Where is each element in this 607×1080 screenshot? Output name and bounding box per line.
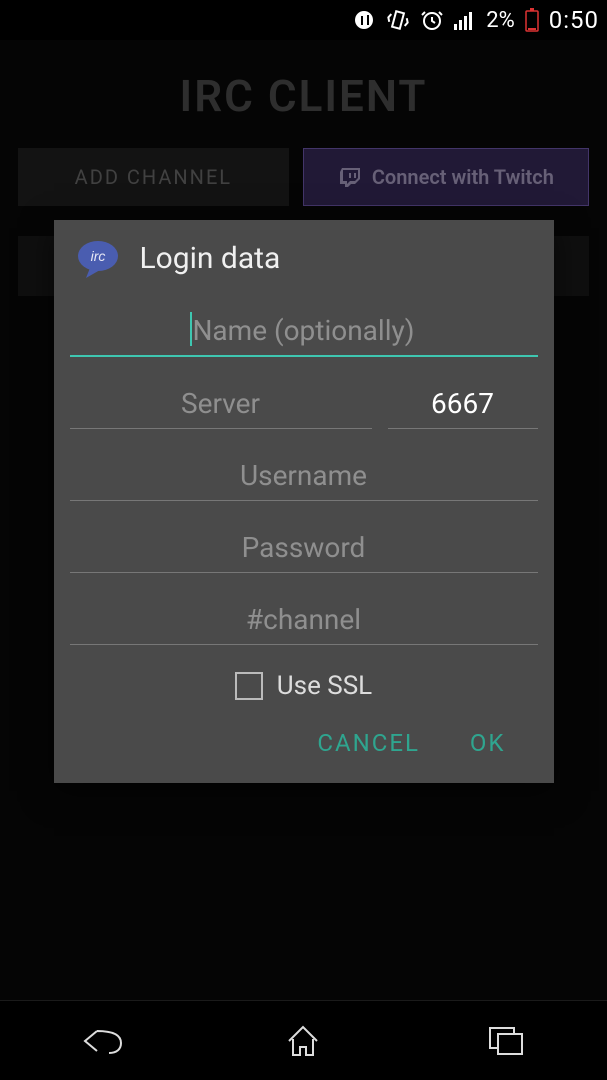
server-field[interactable] — [70, 371, 372, 429]
battery-icon — [525, 8, 539, 32]
password-field[interactable] — [70, 515, 538, 573]
svg-text:irc: irc — [90, 248, 105, 264]
clock-text: 0:50 — [549, 6, 599, 34]
channel-input[interactable] — [70, 587, 538, 645]
login-dialog: irc Login data — [54, 220, 554, 783]
alarm-icon — [420, 8, 444, 32]
navigation-bar — [0, 1000, 607, 1080]
home-icon — [283, 1023, 323, 1059]
username-field[interactable] — [70, 443, 538, 501]
name-field[interactable] — [70, 298, 538, 357]
port-field[interactable] — [388, 371, 538, 429]
port-input[interactable] — [388, 371, 538, 429]
dialog-title: Login data — [140, 241, 281, 276]
ssl-checkbox[interactable] — [235, 672, 263, 700]
status-bar: 2% 0:50 — [0, 0, 607, 40]
back-icon — [77, 1025, 125, 1057]
server-input[interactable] — [70, 371, 372, 429]
nfc-icon — [352, 8, 376, 32]
ssl-row[interactable]: Use SSL — [54, 649, 554, 711]
channel-field[interactable] — [70, 587, 538, 645]
cancel-button[interactable]: CANCEL — [317, 729, 420, 757]
name-input[interactable] — [70, 298, 538, 357]
vibrate-icon — [386, 8, 410, 32]
text-cursor — [190, 312, 192, 346]
battery-percent-text: 2% — [486, 8, 514, 33]
modal-overlay: irc Login data — [0, 40, 607, 1000]
recent-apps-icon — [486, 1024, 526, 1058]
username-input[interactable] — [70, 443, 538, 501]
ok-button[interactable]: OK — [470, 729, 506, 757]
irc-bubble-icon: irc — [76, 238, 122, 278]
ssl-label: Use SSL — [277, 671, 372, 701]
recent-apps-button[interactable] — [476, 1016, 536, 1066]
password-input[interactable] — [70, 515, 538, 573]
home-button[interactable] — [273, 1016, 333, 1066]
signal-icon — [454, 10, 476, 30]
back-button[interactable] — [71, 1016, 131, 1066]
